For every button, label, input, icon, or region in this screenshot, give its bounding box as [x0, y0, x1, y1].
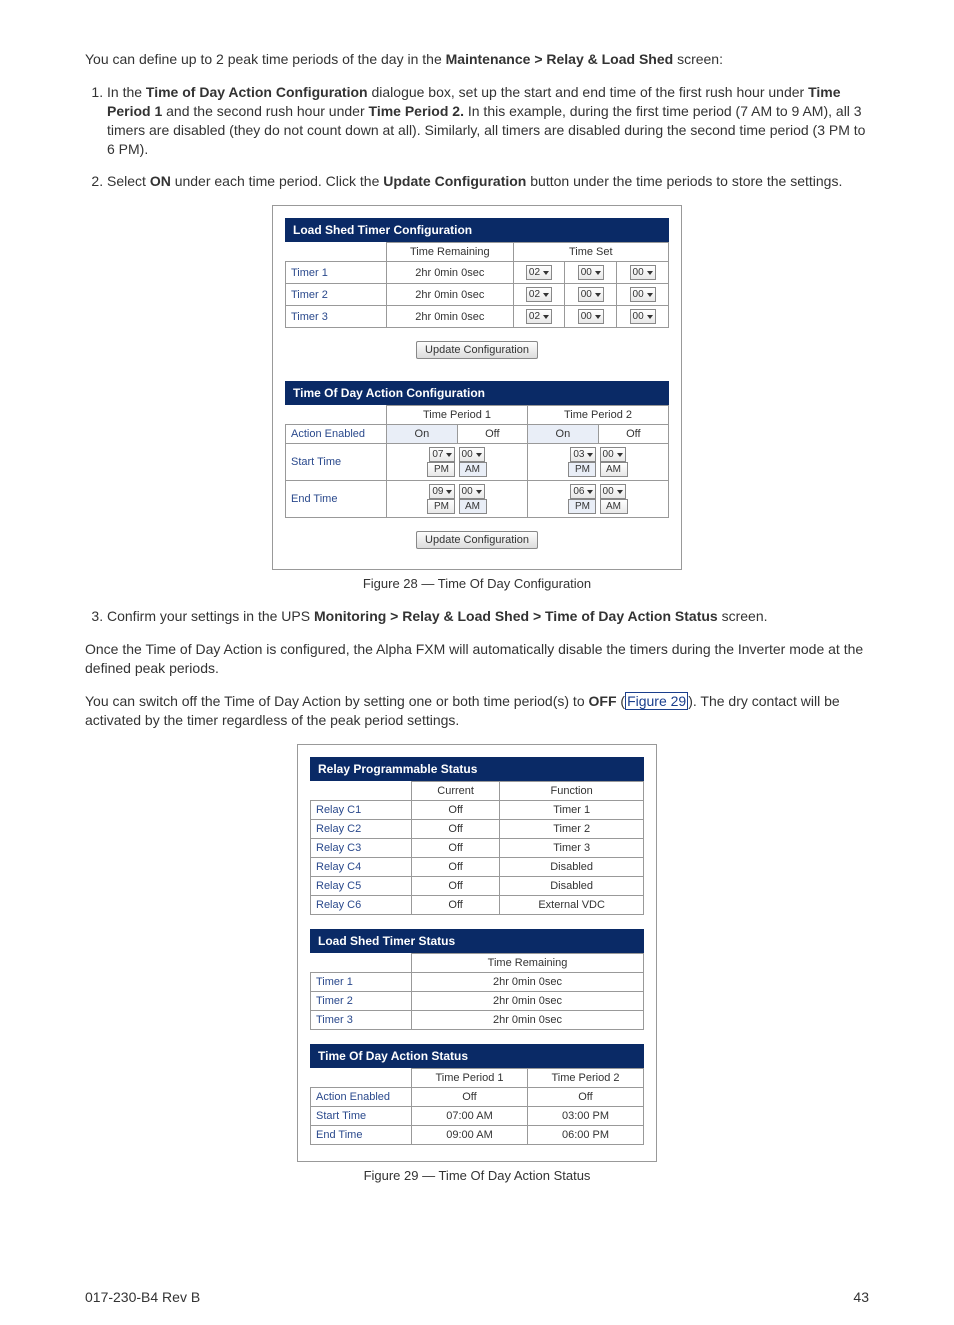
tp2-et-h[interactable]: 06 — [570, 484, 596, 499]
figure-28-caption: Figure 28 — Time Of Day Configuration — [85, 576, 869, 591]
timer1-h-dd[interactable]: 02 — [526, 265, 552, 280]
figure-29-panel: Relay Programmable Status Current Functi… — [297, 744, 657, 1162]
timer3-s-dd[interactable]: 00 — [630, 309, 656, 324]
timer1-m-dd[interactable]: 00 — [578, 265, 604, 280]
tp2-et-pm[interactable]: PM — [568, 499, 596, 514]
ls-timer1: Timer 1 — [311, 972, 412, 991]
timer3-m-dd[interactable]: 00 — [578, 309, 604, 324]
tp1-off[interactable]: Off — [457, 425, 527, 444]
relay-c1: Relay C1 — [311, 800, 412, 819]
start-time-label: Start Time — [286, 444, 387, 481]
load-shed-timer-status-banner: Load Shed Timer Status — [310, 929, 644, 953]
timer2-s-dd[interactable]: 00 — [630, 287, 656, 302]
update-config-button-1[interactable]: Update Configuration — [416, 341, 538, 359]
tp2-st-pm[interactable]: PM — [568, 462, 596, 477]
tp2-status-header: Time Period 2 — [528, 1068, 644, 1087]
intro-text: You can define up to 2 peak time periods… — [85, 50, 869, 69]
tp1-st-am[interactable]: AM — [459, 462, 487, 477]
timer3-label: Timer 3 — [286, 306, 387, 328]
timer3-remain: 2hr 0min 0sec — [387, 306, 514, 328]
col-time-set: Time Set — [513, 243, 668, 262]
tod-action-config-banner: Time Of Day Action Configuration — [285, 381, 669, 405]
tp1-et-m[interactable]: 00 — [459, 484, 485, 499]
tp1-et-pm[interactable]: PM — [427, 499, 455, 514]
relay-c3: Relay C3 — [311, 838, 412, 857]
end-time-label: End Time — [286, 481, 387, 518]
timer1-remain: 2hr 0min 0sec — [387, 262, 514, 284]
step-1: In the Time of Day Action Configuration … — [107, 83, 869, 159]
step-2: Select ON under each time period. Click … — [107, 172, 869, 191]
tp2-st-am[interactable]: AM — [600, 462, 628, 477]
tp1-on[interactable]: On — [387, 425, 458, 444]
figure-28-panel: Load Shed Timer Configuration Time Remai… — [272, 205, 682, 570]
col-time-remaining: Time Remaining — [387, 243, 514, 262]
tp1-st-pm[interactable]: PM — [427, 462, 455, 477]
tp2-et-m[interactable]: 00 — [600, 484, 626, 499]
figure-29-caption: Figure 29 — Time Of Day Action Status — [85, 1168, 869, 1183]
timer2-remain: 2hr 0min 0sec — [387, 284, 514, 306]
timer2-m-dd[interactable]: 00 — [578, 287, 604, 302]
timer1-label: Timer 1 — [286, 262, 387, 284]
timer2-h-dd[interactable]: 02 — [526, 287, 552, 302]
ls-timer2: Timer 2 — [311, 991, 412, 1010]
tp1-header: Time Period 1 — [387, 406, 528, 425]
relay-c2: Relay C2 — [311, 819, 412, 838]
tp1-et-h[interactable]: 09 — [429, 484, 455, 499]
footer-doc-id: 017-230-B4 Rev B — [85, 1289, 200, 1305]
tod-action-status-banner: Time Of Day Action Status — [310, 1044, 644, 1068]
tp2-off[interactable]: Off — [598, 425, 668, 444]
tp2-et-am[interactable]: AM — [600, 499, 628, 514]
step-3: Confirm your settings in the UPS Monitor… — [107, 607, 869, 626]
relay-c6: Relay C6 — [311, 895, 412, 914]
update-config-button-2[interactable]: Update Configuration — [416, 531, 538, 549]
col-current: Current — [412, 781, 500, 800]
tp1-st-h[interactable]: 07 — [429, 447, 455, 462]
footer-page-number: 43 — [853, 1289, 869, 1305]
timer3-h-dd[interactable]: 02 — [526, 309, 552, 324]
tp2-header: Time Period 2 — [527, 406, 668, 425]
col-time-remaining-2: Time Remaining — [412, 953, 644, 972]
timer1-s-dd[interactable]: 00 — [630, 265, 656, 280]
tp1-et-am[interactable]: AM — [459, 499, 487, 514]
col-function: Function — [500, 781, 644, 800]
relay-c4: Relay C4 — [311, 857, 412, 876]
tp1-st-m[interactable]: 00 — [459, 447, 485, 462]
st-status: Start Time — [311, 1106, 412, 1125]
para-switch-off: You can switch off the Time of Day Actio… — [85, 692, 869, 730]
tp2-st-m[interactable]: 00 — [600, 447, 626, 462]
tp2-st-h[interactable]: 03 — [570, 447, 596, 462]
timer2-label: Timer 2 — [286, 284, 387, 306]
tp2-on[interactable]: On — [527, 425, 598, 444]
figure-29-link[interactable]: Figure 29 — [625, 692, 688, 710]
tp1-status-header: Time Period 1 — [412, 1068, 528, 1087]
load-shed-timer-config-banner: Load Shed Timer Configuration — [285, 218, 669, 242]
et-status: End Time — [311, 1125, 412, 1144]
relay-c5: Relay C5 — [311, 876, 412, 895]
ae-status: Action Enabled — [311, 1087, 412, 1106]
para-once-configured: Once the Time of Day Action is configure… — [85, 640, 869, 678]
relay-prog-status-banner: Relay Programmable Status — [310, 757, 644, 781]
action-enabled-label: Action Enabled — [286, 425, 387, 444]
ls-timer3: Timer 3 — [311, 1010, 412, 1029]
